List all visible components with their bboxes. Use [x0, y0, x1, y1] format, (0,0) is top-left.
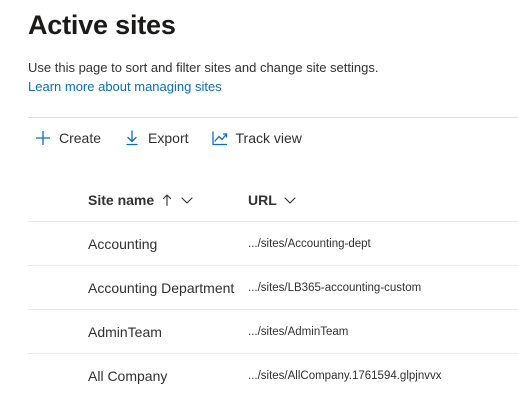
chevron-down-icon: [180, 193, 194, 207]
site-name-cell[interactable]: Accounting Department: [28, 280, 248, 296]
table-header: Site name URL: [28, 178, 518, 222]
site-name-cell[interactable]: AdminTeam: [28, 324, 248, 340]
table-row[interactable]: Accounting Department .../sites/LB365-ac…: [28, 266, 518, 310]
track-view-button-label: Track view: [235, 130, 302, 146]
command-bar: Create Export Track view: [28, 126, 318, 150]
arrow-up-icon: [160, 193, 174, 207]
create-button[interactable]: Create: [28, 126, 101, 150]
url-header-label: URL: [248, 191, 277, 208]
page-title: Active sites: [28, 10, 176, 40]
line-chart-icon: [211, 129, 229, 147]
url-cell: .../sites/AdminTeam: [248, 325, 349, 338]
table-row[interactable]: Accounting .../sites/Accounting-dept: [28, 222, 518, 266]
track-view-button[interactable]: Track view: [205, 126, 302, 150]
url-cell: .../sites/LB365-accounting-custom: [248, 281, 422, 294]
url-column-header[interactable]: URL: [248, 192, 297, 208]
chevron-down-icon: [283, 193, 297, 207]
learn-more-link[interactable]: Learn more about managing sites: [28, 79, 222, 94]
active-sites-page: Active sites Use this page to sort and f…: [0, 0, 518, 393]
page-description: Use this page to sort and filter sites a…: [28, 60, 379, 75]
site-name-column-header[interactable]: Site name: [88, 192, 248, 208]
site-name-header-label: Site name: [88, 191, 155, 208]
plus-icon: [34, 129, 52, 147]
site-name-cell[interactable]: Accounting: [28, 236, 248, 252]
export-button-label: Export: [148, 130, 189, 146]
sites-table: Site name URL Accounting .../sites/Accou…: [28, 178, 518, 393]
table-row[interactable]: AdminTeam .../sites/AdminTeam: [28, 310, 518, 354]
download-arrow-icon: [123, 129, 141, 147]
export-button[interactable]: Export: [117, 126, 189, 150]
table-row[interactable]: All Company .../sites/AllCompany.1761594…: [28, 354, 518, 393]
url-cell: .../sites/Accounting-dept: [248, 237, 371, 250]
url-cell: .../sites/AllCompany.1761594.glpjnvvx: [248, 369, 442, 382]
site-name-cell[interactable]: All Company: [28, 368, 248, 384]
create-button-label: Create: [59, 130, 102, 146]
toolbar-divider: [28, 117, 518, 118]
